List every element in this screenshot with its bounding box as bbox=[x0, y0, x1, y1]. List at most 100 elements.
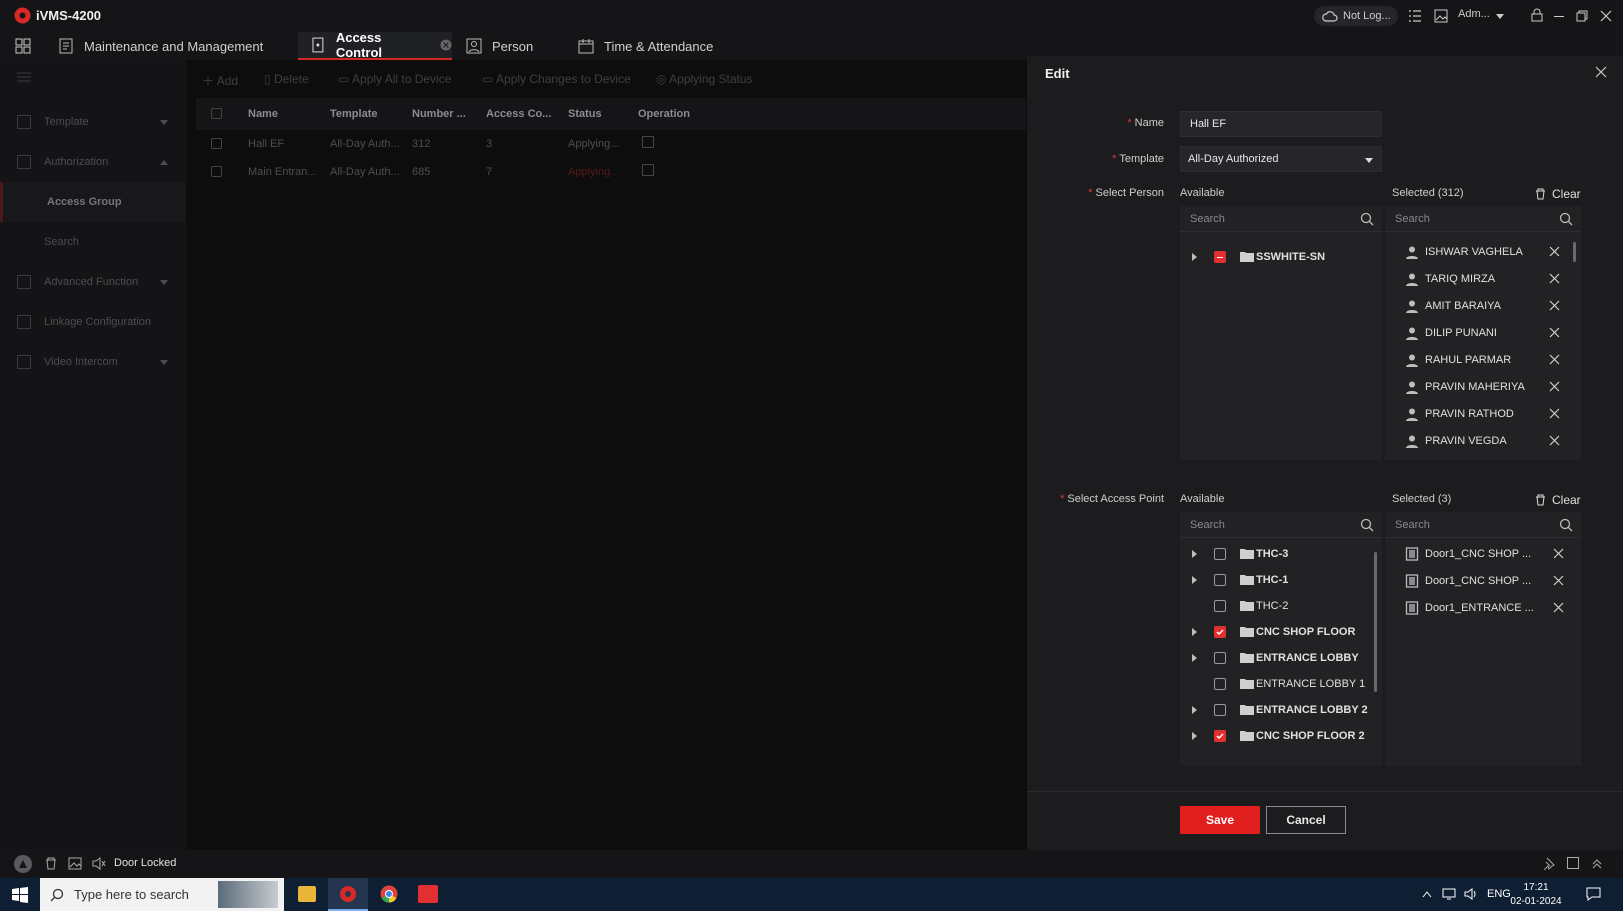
expand-arrow-icon[interactable] bbox=[1192, 549, 1197, 558]
remove-icon[interactable] bbox=[1549, 381, 1560, 392]
sidebar-item-advanced-function[interactable]: Advanced Function bbox=[0, 262, 186, 302]
tab-time-attendance[interactable]: Time & Attendance bbox=[578, 32, 713, 60]
add-button[interactable]: ＋ Add bbox=[202, 72, 238, 89]
clear-access-button[interactable]: Clear bbox=[1535, 493, 1581, 507]
selected-door-item[interactable]: Door1_CNC SHOP ... bbox=[1385, 567, 1581, 595]
remove-icon[interactable] bbox=[1553, 548, 1564, 559]
list-icon[interactable] bbox=[1408, 9, 1422, 23]
access-tree-node[interactable]: ENTRANCE LOBBY 2 bbox=[1180, 696, 1370, 723]
table-row[interactable]: Main Entran... All-Day Auth... 685 7 App… bbox=[196, 158, 1026, 186]
expand-arrow-icon[interactable] bbox=[1192, 731, 1197, 740]
column-header[interactable]: Number ... bbox=[412, 98, 466, 130]
selected-person-item[interactable]: ISHWAR VAGHELA bbox=[1385, 238, 1581, 266]
row-checkbox[interactable] bbox=[211, 138, 222, 149]
file-explorer-icon[interactable] bbox=[298, 886, 316, 902]
chrome-icon[interactable] bbox=[380, 885, 398, 903]
scrollbar[interactable] bbox=[1374, 552, 1377, 692]
delete-button[interactable]: ▯ Delete bbox=[264, 72, 309, 86]
scrollbar[interactable] bbox=[1573, 242, 1576, 262]
selected-person-item[interactable]: PRAVIN VEGDA bbox=[1385, 427, 1581, 455]
table-row[interactable]: Hall EF All-Day Auth... 312 3 Applying..… bbox=[196, 130, 1026, 158]
mute-icon[interactable] bbox=[92, 857, 106, 870]
remove-icon[interactable] bbox=[1549, 273, 1560, 284]
taskbar-ivms-button[interactable] bbox=[328, 878, 368, 911]
column-header[interactable]: Access Co... bbox=[486, 98, 551, 130]
tab-maintenance[interactable]: Maintenance and Management bbox=[58, 32, 263, 60]
clock[interactable]: 17:21 02-01-2024 bbox=[1508, 881, 1564, 909]
selected-person-item[interactable]: AMIT BARAIYA bbox=[1385, 292, 1581, 320]
search-icon[interactable] bbox=[1360, 518, 1374, 532]
partial-checkbox[interactable] bbox=[1214, 250, 1226, 263]
column-header[interactable]: Template bbox=[330, 98, 377, 130]
selected-door-item[interactable]: Door1_ENTRANCE ... bbox=[1385, 594, 1581, 622]
remove-icon[interactable] bbox=[1553, 575, 1564, 586]
applying-status-button[interactable]: ◎ Applying Status bbox=[656, 72, 753, 86]
selected-person-search-input[interactable]: Search bbox=[1385, 206, 1581, 232]
selected-door-item[interactable]: Door1_CNC SHOP ... bbox=[1385, 540, 1581, 568]
tab-person[interactable]: Person bbox=[466, 32, 533, 60]
access-checkbox[interactable] bbox=[1214, 625, 1226, 638]
volume-icon[interactable] bbox=[1464, 888, 1478, 900]
minimize-icon[interactable] bbox=[1554, 16, 1564, 17]
tree-node[interactable]: SSWHITE-SN bbox=[1180, 243, 1382, 270]
remove-icon[interactable] bbox=[1549, 246, 1560, 257]
cloud-status-button[interactable]: Not Log... bbox=[1314, 6, 1398, 26]
selected-person-item[interactable]: RAHUL PARMAR bbox=[1385, 346, 1581, 374]
trash-icon[interactable] bbox=[45, 857, 57, 870]
windows-start-icon[interactable] bbox=[12, 887, 28, 903]
notification-icon[interactable] bbox=[1586, 887, 1601, 901]
search-icon[interactable] bbox=[1360, 212, 1374, 226]
image-icon[interactable] bbox=[68, 857, 82, 870]
access-tree-node[interactable]: THC-2 bbox=[1180, 592, 1370, 619]
access-checkbox[interactable] bbox=[1214, 573, 1226, 586]
sidebar-item-template[interactable]: Template bbox=[0, 102, 186, 142]
remove-icon[interactable] bbox=[1553, 602, 1564, 613]
selected-person-item[interactable]: PRAVIN RATHOD bbox=[1385, 400, 1581, 428]
sidebar-item-video-intercom[interactable]: Video Intercom bbox=[0, 342, 186, 382]
expand-arrow-icon[interactable] bbox=[1192, 653, 1197, 662]
sidebar-item-authorization[interactable]: Authorization bbox=[0, 142, 186, 182]
apply-all-button[interactable]: ▭ Apply All to Device bbox=[338, 72, 451, 86]
selected-person-item[interactable]: DILIP PUNANI bbox=[1385, 319, 1581, 347]
lock-icon[interactable] bbox=[1530, 8, 1544, 22]
remove-icon[interactable] bbox=[1549, 300, 1560, 311]
chevron-up-icon[interactable] bbox=[1422, 890, 1432, 898]
access-search-input[interactable]: Search bbox=[1180, 512, 1382, 538]
chevron-down-icon[interactable] bbox=[1496, 14, 1504, 19]
sidebar-item-linkage[interactable]: Linkage Configuration bbox=[0, 302, 186, 342]
access-tree-node[interactable]: THC-3 bbox=[1180, 540, 1370, 567]
template-select[interactable]: All-Day Authorized bbox=[1180, 146, 1382, 172]
expand-arrow-icon[interactable] bbox=[1192, 252, 1197, 261]
sidebar-item-search[interactable]: Search bbox=[0, 222, 186, 262]
access-checkbox[interactable] bbox=[1214, 703, 1226, 716]
close-tab-icon[interactable] bbox=[440, 39, 452, 51]
edit-icon[interactable] bbox=[642, 136, 654, 148]
selected-person-item[interactable]: TARIQ MIRZA bbox=[1385, 265, 1581, 293]
tab-access-control[interactable]: Access Control bbox=[298, 30, 452, 60]
remove-icon[interactable] bbox=[1549, 327, 1560, 338]
search-icon[interactable] bbox=[1559, 212, 1573, 226]
sidebar-item-access-group[interactable]: Access Group bbox=[0, 182, 186, 222]
maximize-icon[interactable] bbox=[1567, 857, 1579, 869]
close-panel-icon[interactable] bbox=[1595, 66, 1607, 78]
remove-icon[interactable] bbox=[1549, 354, 1560, 365]
name-input[interactable]: Hall EF bbox=[1180, 111, 1382, 137]
apps-grid-icon[interactable] bbox=[15, 38, 31, 54]
remove-icon[interactable] bbox=[1549, 435, 1560, 446]
alarm-icon[interactable] bbox=[14, 855, 32, 873]
access-checkbox[interactable] bbox=[1214, 651, 1226, 664]
edit-icon[interactable] bbox=[642, 164, 654, 176]
chevron-up-icon[interactable] bbox=[1591, 858, 1603, 870]
column-header[interactable]: Status bbox=[568, 98, 602, 130]
user-menu[interactable]: Adm... bbox=[1458, 8, 1490, 20]
expand-arrow-icon[interactable] bbox=[1192, 575, 1197, 584]
expand-arrow-icon[interactable] bbox=[1192, 705, 1197, 714]
anydesk-icon[interactable] bbox=[418, 885, 438, 903]
apply-changes-button[interactable]: ▭ Apply Changes to Device bbox=[482, 72, 631, 86]
access-checkbox[interactable] bbox=[1214, 599, 1226, 612]
cancel-button[interactable]: Cancel bbox=[1266, 806, 1346, 834]
menu-icon[interactable] bbox=[17, 72, 31, 82]
clear-persons-button[interactable]: Clear bbox=[1535, 187, 1581, 201]
pin-icon[interactable] bbox=[1542, 857, 1555, 870]
row-checkbox[interactable] bbox=[211, 166, 222, 177]
